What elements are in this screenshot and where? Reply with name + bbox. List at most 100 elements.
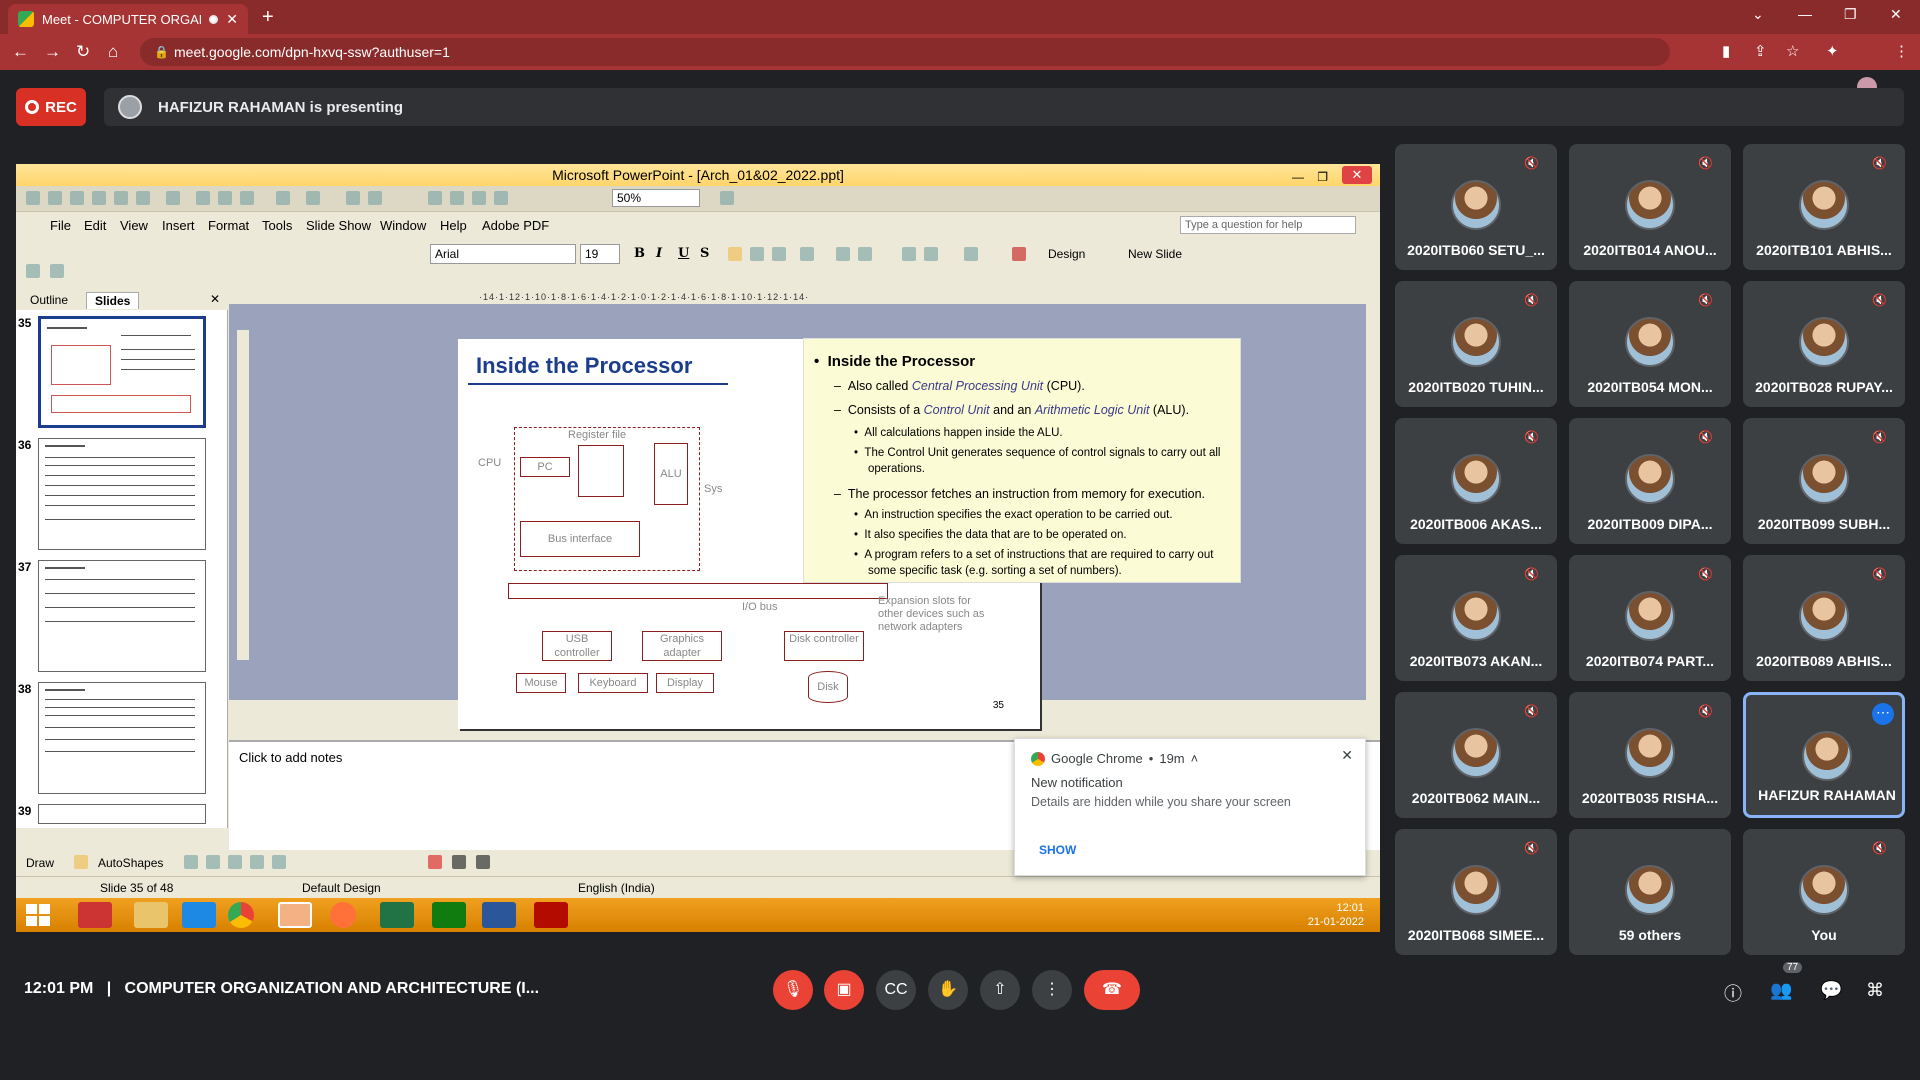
redo-icon[interactable] [306,191,320,205]
tab-search-icon[interactable]: ⌄ [1752,6,1764,23]
help-icon[interactable] [720,191,734,205]
align-center-icon[interactable] [750,247,764,261]
pp-minimize-icon[interactable]: — [1292,166,1304,188]
raise-hand-button[interactable]: ✋ [928,970,968,1010]
line-icon[interactable] [184,855,198,869]
color-grayscale-icon[interactable] [494,191,508,205]
slide-thumbnail-38[interactable] [38,682,206,794]
taskbar-app-icon[interactable] [78,902,112,928]
font-color-icon[interactable] [1012,247,1026,261]
show-formatting-icon[interactable] [450,191,464,205]
restore-button[interactable]: ❐ [1844,6,1857,23]
acrobat-icon[interactable] [534,902,568,928]
powerpoint-icon[interactable] [278,902,312,928]
browser-tab[interactable]: Meet - COMPUTER ORGANIZ ✕ [8,4,248,34]
pp-restore-icon[interactable]: ❐ [1317,166,1328,188]
participant-tile[interactable]: 59 others [1569,829,1731,955]
menu-adobe-pdf[interactable]: Adobe PDF [482,218,549,233]
word-icon[interactable] [482,902,516,928]
slide-thumbnail-36[interactable] [38,438,206,550]
indent-icon[interactable] [964,247,978,261]
windows-start-icon[interactable] [26,904,50,926]
close-tab-icon[interactable]: ✕ [226,11,238,28]
slide-design-icon[interactable] [50,264,64,278]
file-explorer-icon[interactable] [134,902,168,928]
print-icon[interactable] [136,191,150,205]
captions-button[interactable]: CC [876,970,916,1010]
shadow-button[interactable]: S [700,246,709,261]
menu-format[interactable]: Format [208,218,249,233]
save-icon[interactable] [70,191,84,205]
forward-icon[interactable]: → [44,42,61,62]
present-button[interactable]: ⇧ [980,970,1020,1010]
copy-icon[interactable] [218,191,232,205]
participant-tile[interactable]: 🔇 2020ITB009 DIPA... [1569,418,1731,544]
slide-thumbnail-37[interactable] [38,560,206,672]
participant-tile[interactable]: 🔇 2020ITB028 RUPAY... [1743,281,1905,407]
new-icon[interactable] [26,191,40,205]
menu-file[interactable]: File [50,218,71,233]
minimize-button[interactable]: — [1798,6,1812,22]
help-question-field[interactable]: Type a question for help [1180,216,1356,234]
more-options-button[interactable]: ⋮ [1032,970,1072,1010]
firefox-icon[interactable] [330,902,356,928]
participant-tile[interactable]: 🔇 2020ITB035 RISHA... [1569,692,1731,818]
oval-icon[interactable] [250,855,264,869]
participant-tile[interactable]: 🔇 2020ITB074 PART... [1569,555,1731,681]
chrome-icon[interactable] [228,902,254,928]
mic-off-button[interactable]: 🎙 [773,970,813,1010]
camera-off-button[interactable]: ▣ [824,970,864,1010]
participant-tile[interactable]: 🔇 2020ITB099 SUBH... [1743,418,1905,544]
font-select[interactable]: Arial [430,244,576,264]
decrease-font-icon[interactable] [924,247,938,261]
italic-button[interactable]: I [656,246,662,261]
notification-show-button[interactable]: SHOW [1039,843,1076,857]
share-icon[interactable]: ⇪ [1754,42,1767,60]
align-left-icon[interactable] [728,247,742,261]
home-icon[interactable]: ⌂ [108,42,118,62]
close-window-button[interactable]: ✕ [1890,6,1902,23]
increase-font-icon[interactable] [902,247,916,261]
bullet-text-box[interactable]: • Inside the Processor – Also called Cen… [803,338,1241,583]
undo-icon[interactable] [276,191,290,205]
slide-thumbnail-39[interactable] [38,804,206,824]
chevron-up-icon[interactable]: ˄ [1191,751,1199,766]
paste-icon[interactable] [240,191,254,205]
close-pane-icon[interactable]: ✕ [210,292,220,306]
meeting-details-icon[interactable]: ⓘ [1724,980,1742,1006]
participant-tile[interactable]: 🔇 2020ITB101 ABHIS... [1743,144,1905,270]
grid-icon[interactable] [472,191,486,205]
participant-tile[interactable]: 🔇 2020ITB006 AKAS... [1395,418,1557,544]
select-pointer-icon[interactable] [74,855,88,869]
draw-menu[interactable]: Draw [26,856,54,870]
underline-button[interactable]: U [678,246,689,261]
participant-tile[interactable]: 🔇 2020ITB068 SIMEE... [1395,829,1557,955]
menu-tools[interactable]: Tools [262,218,292,233]
back-icon[interactable]: ← [12,42,29,62]
more-options-icon[interactable]: ⋯ [1872,703,1894,725]
insert-chart-icon[interactable] [346,191,360,205]
slide-thumbnail-35[interactable] [38,316,206,428]
zoom-select[interactable]: 50% [612,189,700,207]
email-icon[interactable] [114,191,128,205]
browser-menu-icon[interactable]: ⋮ [1894,42,1909,60]
open-icon[interactable] [48,191,62,205]
autoshapes-menu[interactable]: AutoShapes [98,856,163,870]
leave-call-button[interactable]: ☎ [1084,970,1140,1010]
participant-tile[interactable]: 🔇 2020ITB062 MAIN... [1395,692,1557,818]
participant-tile[interactable]: 🔇 2020ITB073 AKAN... [1395,555,1557,681]
textbox-icon[interactable] [272,855,286,869]
store-icon[interactable] [432,902,466,928]
activities-icon[interactable]: ⌘ [1866,980,1884,1001]
participant-tile[interactable]: ⋯ HAFIZUR RAHAMAN [1743,692,1905,818]
participant-tile[interactable]: 🔇 2020ITB089 ABHIS... [1743,555,1905,681]
participant-tile[interactable]: 🔇 You [1743,829,1905,955]
close-notification-icon[interactable]: ✕ [1341,747,1353,764]
rectangle-icon[interactable] [228,855,242,869]
fill-color-icon[interactable] [428,855,442,869]
slide-icon[interactable] [26,264,40,278]
align-right-icon[interactable] [772,247,786,261]
participant-tile[interactable]: 🔇 2020ITB060 SETU_... [1395,144,1557,270]
vertical-scrollbar[interactable] [1366,304,1380,700]
design-button[interactable]: Design [1048,247,1085,261]
